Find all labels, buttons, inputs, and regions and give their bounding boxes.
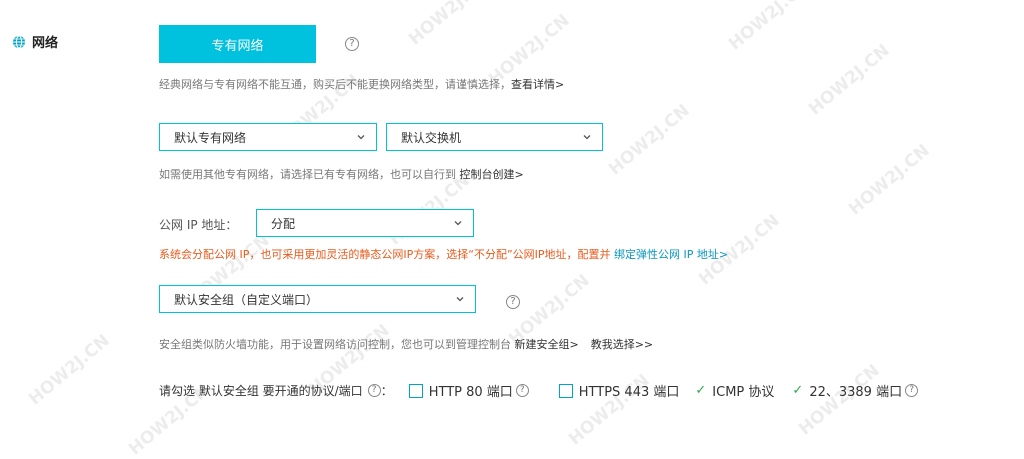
public-ip-select[interactable]: 分配: [256, 209, 474, 237]
option-label: ICMP 协议: [712, 385, 775, 400]
view-details-link[interactable]: 查看详情>: [511, 78, 564, 91]
public-ip-note-text: 系统会分配公网 IP，也可采用更加灵活的静态公网IP方案，选择“不分配”公网IP…: [159, 248, 615, 261]
help-icon[interactable]: ?: [506, 295, 520, 309]
option-label: HTTP 80 端口: [428, 385, 513, 400]
watermark: HOW2J.CN: [725, 0, 814, 55]
watermark: HOW2J.CN: [25, 330, 114, 410]
help-icon[interactable]: ?: [515, 384, 529, 397]
option-label: 22、3389 端口: [809, 385, 903, 400]
checkbox-box[interactable]: [408, 383, 423, 398]
icmp-checkbox[interactable]: ✓ ICMP 协议: [695, 381, 774, 400]
network-note-text: 经典网络与专有网络不能互通，购买后不能更换网络类型，请谨慎选择，: [159, 78, 511, 91]
new-security-group-link[interactable]: 新建安全组>: [515, 338, 579, 351]
security-group-select[interactable]: 默认安全组（自定义端口）: [159, 285, 476, 313]
globe-icon: [13, 35, 25, 48]
section-title: 网络: [32, 36, 59, 51]
bind-eip-link[interactable]: 绑定弹性公网 IP 地址>: [614, 248, 728, 261]
protocol-row: 请勾选 默认安全组 要开通的协议/端口 ? ： HTTP 80 端口 ? HTT…: [159, 381, 919, 400]
sg-note-text: 安全组类似防火墙功能，用于设置网络访问控制，您也可以到管理控制台: [159, 338, 515, 351]
help-icon[interactable]: ?: [905, 384, 919, 397]
public-ip-label: 公网 IP 地址：: [159, 218, 238, 232]
protocol-colon: ：: [380, 384, 393, 398]
switch-select[interactable]: 默认交换机: [386, 123, 603, 151]
public-ip-note: 系统会分配公网 IP，也可采用更加灵活的静态公网IP方案，选择“不分配”公网IP…: [159, 246, 728, 262]
teach-me-link[interactable]: 教我选择>>: [591, 338, 653, 351]
option-label: HTTPS 443 端口: [578, 385, 680, 400]
checkbox-box[interactable]: [558, 383, 573, 398]
chevron-down-icon: [357, 135, 365, 140]
security-group-note: 安全组类似防火墙功能，用于设置网络访问控制，您也可以到管理控制台 新建安全组> 教…: [159, 336, 653, 352]
watermark: HOW2J.CN: [405, 0, 494, 50]
https-443-checkbox[interactable]: HTTPS 443 端口: [558, 381, 680, 400]
watermark: HOW2J.CN: [805, 40, 894, 120]
check-icon: ✓: [792, 383, 804, 398]
vpc-select[interactable]: 默认专有网络: [159, 123, 377, 151]
vpc-note-text: 如需使用其他专有网络，请选择已有专有网络，也可以自行到: [159, 168, 460, 181]
console-create-link[interactable]: 控制台创建>: [460, 168, 524, 181]
help-icon[interactable]: ?: [367, 384, 381, 397]
switch-select-value: 默认交换机: [401, 130, 462, 145]
security-group-select-value: 默认安全组（自定义端口）: [174, 292, 319, 307]
watermark: HOW2J.CN: [845, 140, 934, 220]
vpc-select-value: 默认专有网络: [174, 130, 247, 145]
watermark: HOW2J.CN: [605, 100, 694, 180]
http-80-checkbox[interactable]: HTTP 80 端口 ?: [408, 381, 529, 400]
ports-22-3389-checkbox[interactable]: ✓ 22、3389 端口 ?: [792, 381, 919, 400]
network-note: 经典网络与专有网络不能互通，购买后不能更换网络类型，请谨慎选择，查看详情>: [159, 76, 564, 92]
check-icon: ✓: [695, 383, 707, 398]
vpc-note: 如需使用其他专有网络，请选择已有专有网络，也可以自行到 控制台创建>: [159, 166, 524, 182]
protocol-prefix: 请勾选 默认安全组 要开通的协议/端口: [159, 384, 363, 398]
public-ip-select-value: 分配: [271, 216, 296, 231]
chevron-down-icon: [456, 297, 464, 302]
help-icon[interactable]: ?: [345, 37, 359, 51]
chevron-down-icon: [454, 221, 462, 226]
chevron-down-icon: [583, 135, 591, 140]
vpc-network-button[interactable]: 专有网络: [159, 25, 316, 63]
watermark: HOW2J.CN: [795, 360, 884, 440]
section-label: 网络: [12, 32, 58, 51]
